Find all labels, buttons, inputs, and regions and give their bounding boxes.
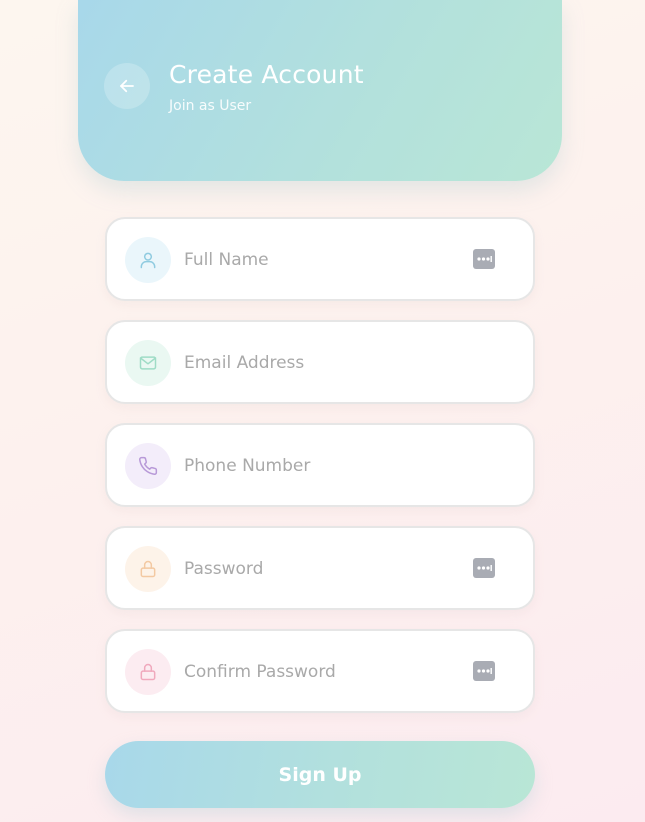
email-field — [105, 320, 535, 404]
phone-icon — [139, 456, 158, 475]
password-manager-button[interactable] — [472, 660, 496, 682]
password-input[interactable] — [184, 548, 464, 590]
user-icon — [140, 252, 156, 269]
full-name-field — [105, 217, 535, 301]
back-button[interactable] — [104, 63, 150, 109]
password-manager-button[interactable] — [472, 248, 496, 270]
mail-icon-wrap — [125, 340, 171, 386]
lock-icon-wrap — [125, 649, 171, 695]
page-title: Create Account — [169, 60, 364, 89]
lock-icon-wrap — [125, 546, 171, 592]
password-manager-button[interactable] — [472, 557, 496, 579]
phone-input[interactable] — [184, 445, 464, 487]
phone-icon-wrap — [125, 443, 171, 489]
sign-up-button[interactable]: Sign Up — [105, 741, 535, 808]
page-subtitle: Join as User — [169, 98, 252, 114]
password-manager-icon — [473, 249, 495, 269]
confirm-password-field — [105, 629, 535, 713]
lock-icon — [140, 560, 156, 578]
email-input[interactable] — [184, 342, 464, 384]
header-banner: Create Account Join as User — [78, 0, 562, 181]
user-icon-wrap — [125, 237, 171, 283]
password-manager-icon — [473, 661, 495, 681]
lock-icon — [140, 663, 156, 681]
password-manager-icon — [473, 558, 495, 578]
phone-field — [105, 423, 535, 507]
arrow-left-icon — [120, 79, 134, 93]
confirm-password-input[interactable] — [184, 651, 464, 693]
mail-icon — [139, 356, 157, 370]
full-name-input[interactable] — [184, 239, 464, 281]
password-field — [105, 526, 535, 610]
